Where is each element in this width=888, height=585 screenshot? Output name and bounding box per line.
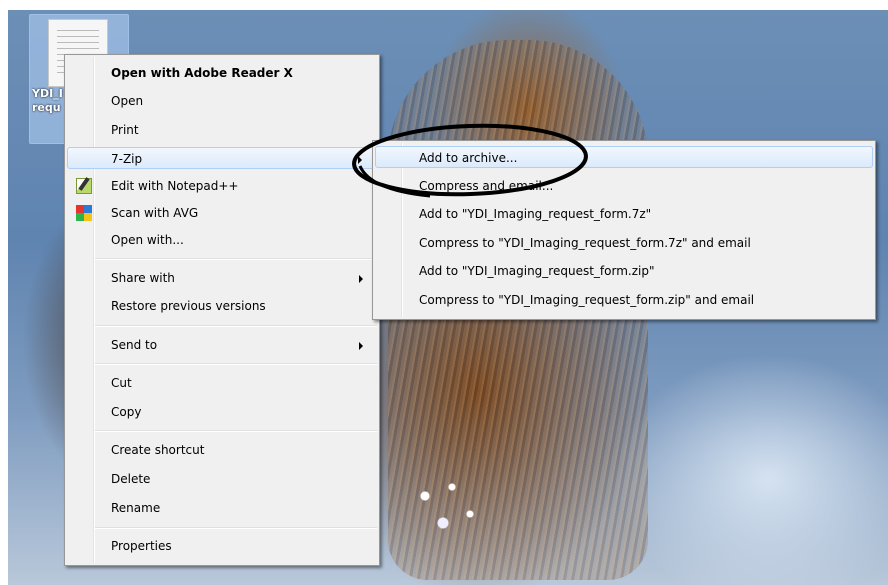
avg-shield-icon	[76, 205, 92, 221]
chevron-right-icon	[359, 275, 363, 283]
menu-separator	[95, 325, 377, 327]
menu-item-label: Cut	[111, 376, 132, 390]
7zip-submenu: Add to archive... Compress and email... …	[372, 140, 876, 320]
menu-item-label: Compress and email...	[419, 179, 554, 193]
menu-item-cut[interactable]: Cut	[67, 372, 377, 394]
menu-item-open-with-adobe-reader[interactable]: Open with Adobe Reader X	[67, 62, 377, 84]
notepad-plus-plus-icon	[76, 178, 92, 194]
menu-item-label: Share with	[111, 271, 175, 285]
menu-item-label: Properties	[111, 539, 172, 553]
menu-item-properties[interactable]: Properties	[67, 535, 377, 557]
menu-item-restore-previous-versions[interactable]: Restore previous versions	[67, 295, 377, 317]
submenu-item-compress-and-email[interactable]: Compress and email...	[375, 175, 873, 197]
menu-separator	[95, 527, 377, 529]
chevron-right-icon	[358, 156, 362, 164]
menu-item-label: Open with Adobe Reader X	[111, 66, 293, 80]
chevron-right-icon	[359, 342, 363, 350]
menu-item-label: Create shortcut	[111, 443, 205, 457]
menu-item-label: Edit with Notepad++	[111, 179, 239, 193]
menu-item-label: Delete	[111, 472, 151, 486]
menu-item-label: Compress to "YDI_Imaging_request_form.7z…	[419, 236, 751, 250]
menu-item-open[interactable]: Open	[67, 90, 377, 112]
menu-item-open-with[interactable]: Open with...	[67, 229, 377, 251]
menu-item-label: Restore previous versions	[111, 299, 266, 313]
menu-item-label: Rename	[111, 501, 161, 515]
submenu-item-compress-to-7z-and-email[interactable]: Compress to "YDI_Imaging_request_form.7z…	[375, 232, 873, 254]
menu-item-create-shortcut[interactable]: Create shortcut	[67, 439, 377, 461]
menu-item-edit-with-notepad[interactable]: Edit with Notepad++	[67, 175, 377, 197]
menu-item-label: Copy	[111, 405, 142, 419]
menu-item-copy[interactable]: Copy	[67, 401, 377, 423]
menu-item-label: Add to archive...	[419, 151, 518, 165]
submenu-item-add-to-archive[interactable]: Add to archive...	[375, 146, 873, 168]
submenu-item-compress-to-zip-and-email[interactable]: Compress to "YDI_Imaging_request_form.zi…	[375, 289, 873, 311]
submenu-item-add-to-zip[interactable]: Add to "YDI_Imaging_request_form.zip"	[375, 260, 873, 282]
context-menu: Open with Adobe Reader X Open Print 7-Zi…	[64, 54, 380, 566]
menu-item-label: Add to "YDI_Imaging_request_form.zip"	[419, 264, 655, 278]
menu-item-share-with[interactable]: Share with	[67, 267, 377, 289]
menu-item-delete[interactable]: Delete	[67, 468, 377, 490]
menu-item-scan-with-avg[interactable]: Scan with AVG	[67, 202, 377, 224]
submenu-item-add-to-7z[interactable]: Add to "YDI_Imaging_request_form.7z"	[375, 203, 873, 225]
menu-item-label: Send to	[111, 338, 158, 352]
menu-item-label: Compress to "YDI_Imaging_request_form.zi…	[419, 293, 755, 307]
menu-separator	[95, 363, 377, 365]
menu-item-rename[interactable]: Rename	[67, 497, 377, 519]
menu-item-label: Scan with AVG	[111, 206, 199, 220]
menu-item-label: Open with...	[111, 233, 184, 247]
menu-item-label: Print	[111, 123, 139, 137]
menu-separator	[95, 430, 377, 432]
menu-item-print[interactable]: Print	[67, 119, 377, 141]
menu-item-send-to[interactable]: Send to	[67, 334, 377, 356]
menu-item-label: Add to "YDI_Imaging_request_form.7z"	[419, 207, 652, 221]
menu-item-label: Open	[111, 94, 144, 108]
wallpaper-snow	[398, 460, 488, 550]
menu-item-label: 7-Zip	[111, 152, 143, 166]
menu-item-7zip[interactable]: 7-Zip	[67, 147, 377, 169]
menu-separator	[95, 258, 377, 260]
